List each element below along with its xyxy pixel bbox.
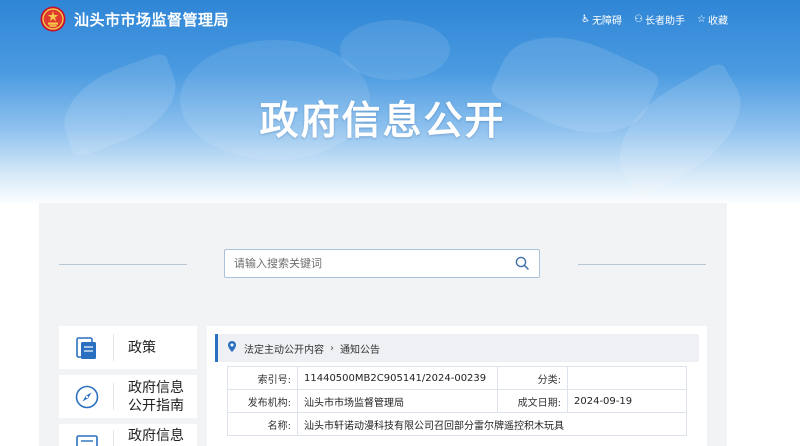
book-icon [69,330,105,366]
nav-item-guide[interactable]: 政府信息公开指南 [59,375,197,418]
nav-item-policy[interactable]: 政策 [59,326,197,369]
favorite-label: 收藏 [708,16,728,27]
emblem-logo [40,6,66,32]
elder-icon: ⚇ [634,14,644,25]
table-row: 发布机构: 汕头市市场监督管理局 成文日期: 2024-09-19 [227,389,687,413]
table-row: 索引号: 11440500MB2C905141/2024-00239 分类: [227,366,687,390]
top-links: ♿ 无障碍 ⚇ 长者助手 ☆ 收藏 [581,12,728,27]
name-label: 名称: [227,412,298,436]
date-value: 2024-09-19 [567,389,687,413]
table-row: 名称: 汕头市轩诺动漫科技有限公司召回部分雷尔牌遥控积木玩具 [227,412,687,436]
publisher-value: 汕头市市场监督管理局 [297,389,498,413]
nav-label-guide: 政府信息公开指南 [128,379,184,414]
index-label: 索引号: [227,366,298,390]
location-pin-icon [228,341,236,355]
favorite-link[interactable]: ☆ 收藏 [697,12,728,27]
divider-left [59,264,187,265]
accessibility-label: 无障碍 [592,16,623,27]
nav-separator [113,430,114,446]
star-icon: ☆ [697,14,706,25]
search-input[interactable] [225,250,505,277]
site-title[interactable]: 汕头市市场监督管理局 [74,9,229,30]
accessibility-link[interactable]: ♿ 无障碍 [581,12,622,27]
nav-label-info: 政府信息 [128,428,184,444]
accessibility-icon: ♿ [581,14,591,25]
info-table: 索引号: 11440500MB2C905141/2024-00239 分类: 发… [227,366,687,436]
search-box [224,249,540,278]
compass-icon [69,379,105,415]
nav-separator [113,334,114,361]
breadcrumb-item[interactable]: 法定主动公开内容 [244,341,324,356]
date-label: 成文日期: [497,389,568,413]
breadcrumb-item[interactable]: 通知公告 [340,341,380,356]
search-icon[interactable] [515,256,529,270]
category-value [567,366,687,390]
nav-separator [113,383,114,410]
breadcrumb: 法定主动公开内容 › 通知公告 [215,334,699,362]
nav-item-info[interactable]: 政府信息 [59,424,197,446]
elder-assistant-link[interactable]: ⚇ 长者助手 [634,12,685,27]
divider-right [578,264,706,265]
hero-title: 政府信息公开 [259,99,506,144]
index-value: 11440500MB2C905141/2024-00239 [297,366,498,390]
banner-decoration [340,20,450,80]
publisher-label: 发布机构: [227,389,298,413]
elder-assistant-label: 长者助手 [645,16,686,27]
document-icon [69,424,105,446]
nav-label-policy: 政策 [128,339,156,356]
name-value: 汕头市轩诺动漫科技有限公司召回部分雷尔牌遥控积木玩具 [297,412,687,436]
category-label: 分类: [497,366,568,390]
chevron-right-icon: › [330,342,334,354]
